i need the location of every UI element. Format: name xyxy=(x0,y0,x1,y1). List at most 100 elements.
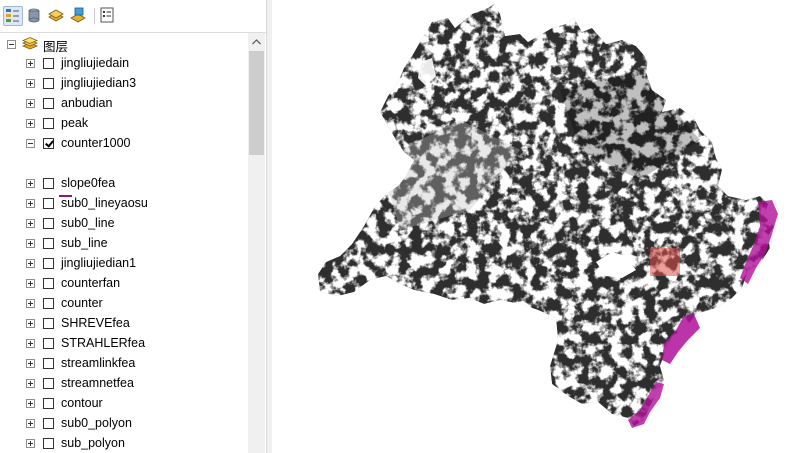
layer-row[interactable]: slope0fea xyxy=(0,174,248,194)
layer-row[interactable]: counter xyxy=(0,294,248,314)
layer-label: sub0_line xyxy=(61,216,115,230)
drawing-order-icon xyxy=(6,9,19,22)
layer-label: sub_line xyxy=(61,236,108,250)
layer-visibility-checkbox[interactable] xyxy=(43,378,54,389)
highlight-selection-area xyxy=(650,248,680,276)
layer-visibility-checkbox[interactable] xyxy=(43,138,54,149)
layer-row[interactable]: sub0_line xyxy=(0,214,248,234)
toc-scrollbar[interactable] xyxy=(248,33,265,453)
layer-label: peak xyxy=(61,116,89,130)
scrollbar-thumb[interactable] xyxy=(249,51,264,155)
layer-visibility-checkbox[interactable] xyxy=(43,278,54,289)
selection-icon xyxy=(70,7,86,23)
expand-toggle[interactable] xyxy=(26,79,35,88)
layer-label: anbudian xyxy=(61,96,113,110)
layer-visibility-checkbox[interactable] xyxy=(43,178,54,189)
layer-row[interactable]: jingliujiedian3 xyxy=(0,74,248,94)
list-by-source-button[interactable] xyxy=(25,6,45,26)
expand-toggle[interactable] xyxy=(26,59,35,68)
layer-label: sub0_polyon xyxy=(61,416,132,430)
layer-visibility-checkbox[interactable] xyxy=(43,218,54,229)
layer-label: slope0fea xyxy=(61,176,116,190)
layer-visibility-checkbox[interactable] xyxy=(43,58,54,69)
expand-toggle[interactable] xyxy=(26,259,35,268)
database-icon xyxy=(28,8,40,23)
map-view[interactable] xyxy=(272,0,810,453)
layer-visibility-checkbox[interactable] xyxy=(43,118,54,129)
layer-visibility-checkbox[interactable] xyxy=(43,418,54,429)
layer-visibility-checkbox[interactable] xyxy=(43,98,54,109)
layers-icon xyxy=(48,9,64,22)
collapse-toggle[interactable] xyxy=(26,139,35,148)
layer-visibility-checkbox[interactable] xyxy=(43,198,54,209)
layer-visibility-checkbox[interactable] xyxy=(43,398,54,409)
layer-visibility-checkbox[interactable] xyxy=(43,298,54,309)
layer-visibility-checkbox[interactable] xyxy=(43,258,54,269)
layer-label: streamnetfea xyxy=(61,376,134,390)
layer-row[interactable]: sub_polyon xyxy=(0,434,248,453)
expand-toggle[interactable] xyxy=(26,419,35,428)
layer-label: STRAHLERfea xyxy=(61,336,146,350)
expand-toggle[interactable] xyxy=(26,299,35,308)
chevron-up-icon xyxy=(252,39,261,45)
layer-label: counter1000 xyxy=(61,136,131,150)
options-button[interactable] xyxy=(98,6,118,26)
expand-toggle[interactable] xyxy=(26,379,35,388)
expand-toggle[interactable] xyxy=(26,399,35,408)
expand-toggle[interactable] xyxy=(26,119,35,128)
layer-label: counterfan xyxy=(61,276,121,290)
expand-toggle[interactable] xyxy=(26,99,35,108)
collapse-root-toggle[interactable] xyxy=(7,40,16,49)
expand-toggle[interactable] xyxy=(26,199,35,208)
list-by-selection-button[interactable] xyxy=(69,6,89,26)
layer-row[interactable]: peak xyxy=(0,114,248,134)
layer-label: jingliujiedian3 xyxy=(61,76,137,90)
layer-label: jingliujiedian1 xyxy=(61,256,137,270)
layer-label: counter xyxy=(61,296,103,310)
layer-label: sub_polyon xyxy=(61,436,125,450)
expand-toggle[interactable] xyxy=(26,239,35,248)
toc-toolbar xyxy=(0,0,266,32)
layer-row[interactable]: jingliujiedain xyxy=(0,54,248,74)
layer-visibility-checkbox[interactable] xyxy=(43,78,54,89)
options-icon xyxy=(100,7,114,23)
layer-visibility-checkbox[interactable] xyxy=(43,318,54,329)
list-by-drawing-order-button[interactable] xyxy=(3,6,23,26)
layer-row[interactable]: SHREVEfea xyxy=(0,314,248,334)
expand-toggle[interactable] xyxy=(26,339,35,348)
layer-row[interactable]: sub_line xyxy=(0,234,248,254)
counter1000-legend-symbol xyxy=(59,195,72,197)
expand-toggle[interactable] xyxy=(26,319,35,328)
layer-row[interactable]: jingliujiedian1 xyxy=(0,254,248,274)
layer-row[interactable]: sub0_lineyaosu xyxy=(0,194,248,214)
layer-label: SHREVEfea xyxy=(61,316,130,330)
layer-visibility-checkbox[interactable] xyxy=(43,238,54,249)
expand-toggle[interactable] xyxy=(26,219,35,228)
layer-tree: 图层 jingliujiedain jingliujiedian3 anbudian… xyxy=(0,33,248,453)
expand-toggle[interactable] xyxy=(26,359,35,368)
expand-toggle[interactable] xyxy=(26,179,35,188)
layers-icon xyxy=(22,37,38,50)
layer-row[interactable]: STRAHLERfea xyxy=(0,334,248,354)
list-by-visibility-button[interactable] xyxy=(47,6,67,26)
root-layer-group[interactable]: 图层 xyxy=(0,34,248,54)
layer-label: sub0_lineyaosu xyxy=(61,196,148,210)
layer-label: contour xyxy=(61,396,103,410)
layer-visibility-checkbox[interactable] xyxy=(43,338,54,349)
expand-toggle[interactable] xyxy=(26,439,35,448)
root-layer-label: 图层 xyxy=(43,39,69,54)
layer-row[interactable]: counterfan xyxy=(0,274,248,294)
expand-toggle[interactable] xyxy=(26,279,35,288)
layer-visibility-checkbox[interactable] xyxy=(43,438,54,449)
layer-visibility-checkbox[interactable] xyxy=(43,358,54,369)
layer-row[interactable]: contour xyxy=(0,394,248,414)
table-of-contents-panel: 图层 jingliujiedain jingliujiedian3 anbudian… xyxy=(0,0,266,453)
layer-row[interactable]: streamlinkfea xyxy=(0,354,248,374)
scroll-up-button[interactable] xyxy=(248,33,265,50)
layer-row[interactable]: anbudian xyxy=(0,94,248,114)
layer-label: streamlinkfea xyxy=(61,356,136,370)
layer-row[interactable]: streamnetfea xyxy=(0,374,248,394)
layer-row[interactable]: counter1000 xyxy=(0,134,248,154)
toolbar-separator xyxy=(94,8,95,24)
layer-row[interactable]: sub0_polyon xyxy=(0,414,248,434)
